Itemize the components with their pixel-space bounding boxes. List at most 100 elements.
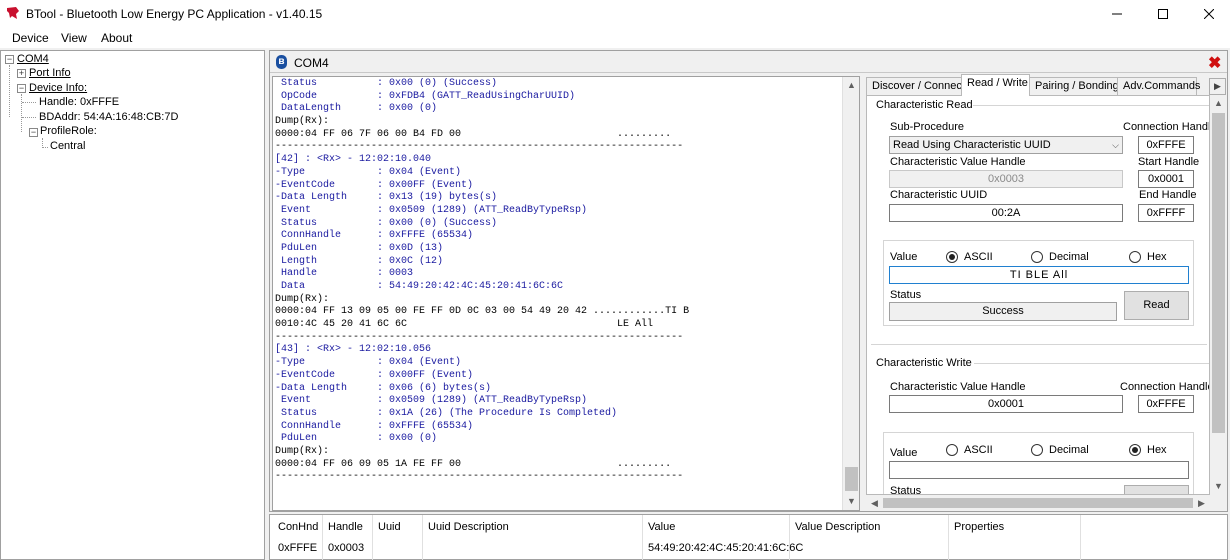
tab-read-write[interactable]: Read / Write <box>961 74 1030 96</box>
write-value-field[interactable] <box>889 461 1189 479</box>
column-header-uuid[interactable]: Uuid <box>378 521 401 533</box>
tree-connector <box>22 117 36 118</box>
connection-handle-field[interactable]: 0xFFFE <box>1138 136 1194 154</box>
read-decimal-radio[interactable] <box>1031 251 1043 263</box>
log-scroll-thumb[interactable] <box>845 467 858 491</box>
log-line: ----------------------------------------… <box>275 331 684 343</box>
log-line: -Type : 0x04 (Event) <box>275 357 462 369</box>
column-header-value[interactable]: Value <box>648 521 675 533</box>
log-line: ----------------------------------------… <box>275 471 684 483</box>
log-line: [43] : <Rx> - 12:02:10.056 <box>275 344 432 356</box>
tab-strip: Discover / Connect Read / Write Pairing … <box>866 74 1211 96</box>
tree-node-device-info[interactable]: Device Info: <box>29 82 87 94</box>
log-line: ----------------------------------------… <box>275 141 684 153</box>
column-header-uuid-description[interactable]: Uuid Description <box>428 521 509 533</box>
log-scrollbar[interactable]: ▲ ▼ <box>842 77 859 510</box>
column-header-conhnd[interactable]: ConHnd <box>278 521 318 533</box>
log-line: Handle : 0003 <box>275 268 414 280</box>
start-handle-field[interactable]: 0x0001 <box>1138 170 1194 188</box>
log-line: Dump(Rx): <box>275 116 330 128</box>
log-line: Status : 0x00 (0) (Success) <box>275 217 498 229</box>
close-window-button[interactable] <box>1186 0 1230 28</box>
tree-node-handle[interactable]: Handle: 0xFFFE <box>39 96 119 108</box>
menu-view[interactable]: View <box>61 31 87 45</box>
read-value-field[interactable]: TI BLE All <box>889 266 1189 284</box>
log-line: Event : 0x0509 (1289) (ATT_ReadByTypeRsp… <box>275 204 588 216</box>
scroll-right-icon[interactable]: ▶ <box>1193 495 1210 511</box>
tree-node-port-info[interactable]: Port Info <box>29 67 71 79</box>
write-decimal-radio[interactable] <box>1031 444 1043 456</box>
tree-node-com4[interactable]: COM4 <box>17 53 49 65</box>
log-line: Event : 0x0509 (1289) (ATT_ReadByTypeRsp… <box>275 395 588 407</box>
write-hex-radio[interactable] <box>1129 444 1141 456</box>
attribute-table: ConHnd Handle Uuid Uuid Description Valu… <box>269 514 1228 560</box>
message-log[interactable]: Status : 0x00 (0) (Success) OpCode : 0xF… <box>272 76 860 511</box>
collapse-icon[interactable]: − <box>29 128 38 137</box>
read-button[interactable]: Read <box>1124 291 1189 320</box>
write-char-value-handle-field[interactable]: 0x0001 <box>889 395 1123 413</box>
tools-panel: Discover / Connect Read / Write Pairing … <box>866 74 1227 511</box>
scroll-down-icon[interactable]: ▼ <box>1210 478 1227 495</box>
write-ascii-radio[interactable] <box>946 444 958 456</box>
scroll-up-icon[interactable]: ▲ <box>1210 95 1227 112</box>
tab-discover-connect[interactable]: Discover / Connect <box>866 77 965 96</box>
log-line: Dump(Rx): <box>275 293 330 305</box>
bluetooth-icon: ʙ <box>276 55 287 69</box>
tab-adv-commands[interactable]: Adv.Commands <box>1117 77 1200 96</box>
tools-hscroll-thumb[interactable] <box>883 498 1193 508</box>
write-char-value-handle-label: Characteristic Value Handle <box>890 381 1026 393</box>
log-line: OpCode : 0xFDB4 (GATT_ReadUsingCharUUID) <box>275 90 576 102</box>
tree-connector <box>42 147 48 148</box>
read-hex-radio[interactable] <box>1129 251 1141 263</box>
tab-pairing-bonding[interactable]: Pairing / Bonding <box>1029 77 1119 96</box>
tree-node-profile-role[interactable]: ProfileRole: <box>40 125 97 137</box>
device-tree: − COM4 + Port Info − Device Info: Handle… <box>0 50 265 560</box>
tools-scroll-thumb[interactable] <box>1212 113 1225 433</box>
read-ascii-radio[interactable] <box>946 251 958 263</box>
log-line: ConnHandle : 0xFFFE (65534) <box>275 420 474 432</box>
tree-connector <box>21 94 22 132</box>
close-tab-icon[interactable]: ✖ <box>1208 53 1221 73</box>
log-line: Dump(Rx): <box>275 445 330 457</box>
char-value-handle-field[interactable]: 0x0003 <box>889 170 1123 188</box>
expand-icon[interactable]: + <box>17 69 26 78</box>
com4-header: ʙ COM4 ✖ <box>270 51 1227 73</box>
maximize-button[interactable] <box>1140 0 1186 28</box>
tree-node-bdaddr[interactable]: BDAddr: 54:4A:16:48:CB:7D <box>39 111 178 123</box>
sub-procedure-label: Sub-Procedure <box>890 121 964 133</box>
read-write-page: Characteristic Read Sub-Procedure Read U… <box>866 95 1210 495</box>
tools-vertical-scrollbar[interactable]: ▲ ▼ <box>1210 95 1227 495</box>
end-handle-label: End Handle <box>1139 189 1197 201</box>
characteristic-read-title: Characteristic Read <box>876 99 973 111</box>
write-status-label: Status <box>890 485 922 495</box>
write-value-label: Value <box>890 447 918 459</box>
collapse-icon[interactable]: − <box>5 55 14 64</box>
char-uuid-field[interactable]: 00:2A <box>889 204 1123 222</box>
scroll-down-icon[interactable]: ▼ <box>843 493 859 510</box>
title-bar: BTool - Bluetooth Low Energy PC Applicat… <box>0 0 1230 28</box>
log-line: -EventCode : 0x00FF (Event) <box>275 179 474 191</box>
column-header-properties[interactable]: Properties <box>954 521 1004 533</box>
group-divider <box>973 105 1209 106</box>
column-separator <box>642 515 643 560</box>
tab-scroll-right-icon[interactable]: ▶ <box>1209 78 1226 95</box>
tree-node-central[interactable]: Central <box>50 140 85 152</box>
minimize-button[interactable] <box>1094 0 1140 28</box>
scroll-up-icon[interactable]: ▲ <box>843 77 859 94</box>
column-header-value-description[interactable]: Value Description <box>795 521 880 533</box>
write-connection-handle-field[interactable]: 0xFFFE <box>1138 395 1194 413</box>
sub-procedure-select[interactable]: Read Using Characteristic UUID ⌵ <box>889 136 1123 154</box>
menu-about[interactable]: About <box>101 31 132 45</box>
scroll-left-icon[interactable]: ◀ <box>866 495 883 511</box>
read-status-label: Status <box>890 289 922 301</box>
collapse-icon[interactable]: − <box>17 84 26 93</box>
end-handle-field[interactable]: 0xFFFF <box>1138 204 1194 222</box>
log-line: -Data Length : 0x13 (19) bytes(s) <box>275 192 498 204</box>
log-line: PduLen : 0x0D (13) <box>275 242 444 254</box>
write-button[interactable] <box>1124 485 1189 494</box>
tools-horizontal-scrollbar[interactable]: ◀ ▶ <box>866 495 1210 511</box>
write-hex-label: Hex <box>1147 444 1167 456</box>
log-line: ConnHandle : 0xFFFE (65534) <box>275 230 474 242</box>
column-header-handle[interactable]: Handle <box>328 521 363 533</box>
menu-device[interactable]: Device <box>12 31 49 45</box>
